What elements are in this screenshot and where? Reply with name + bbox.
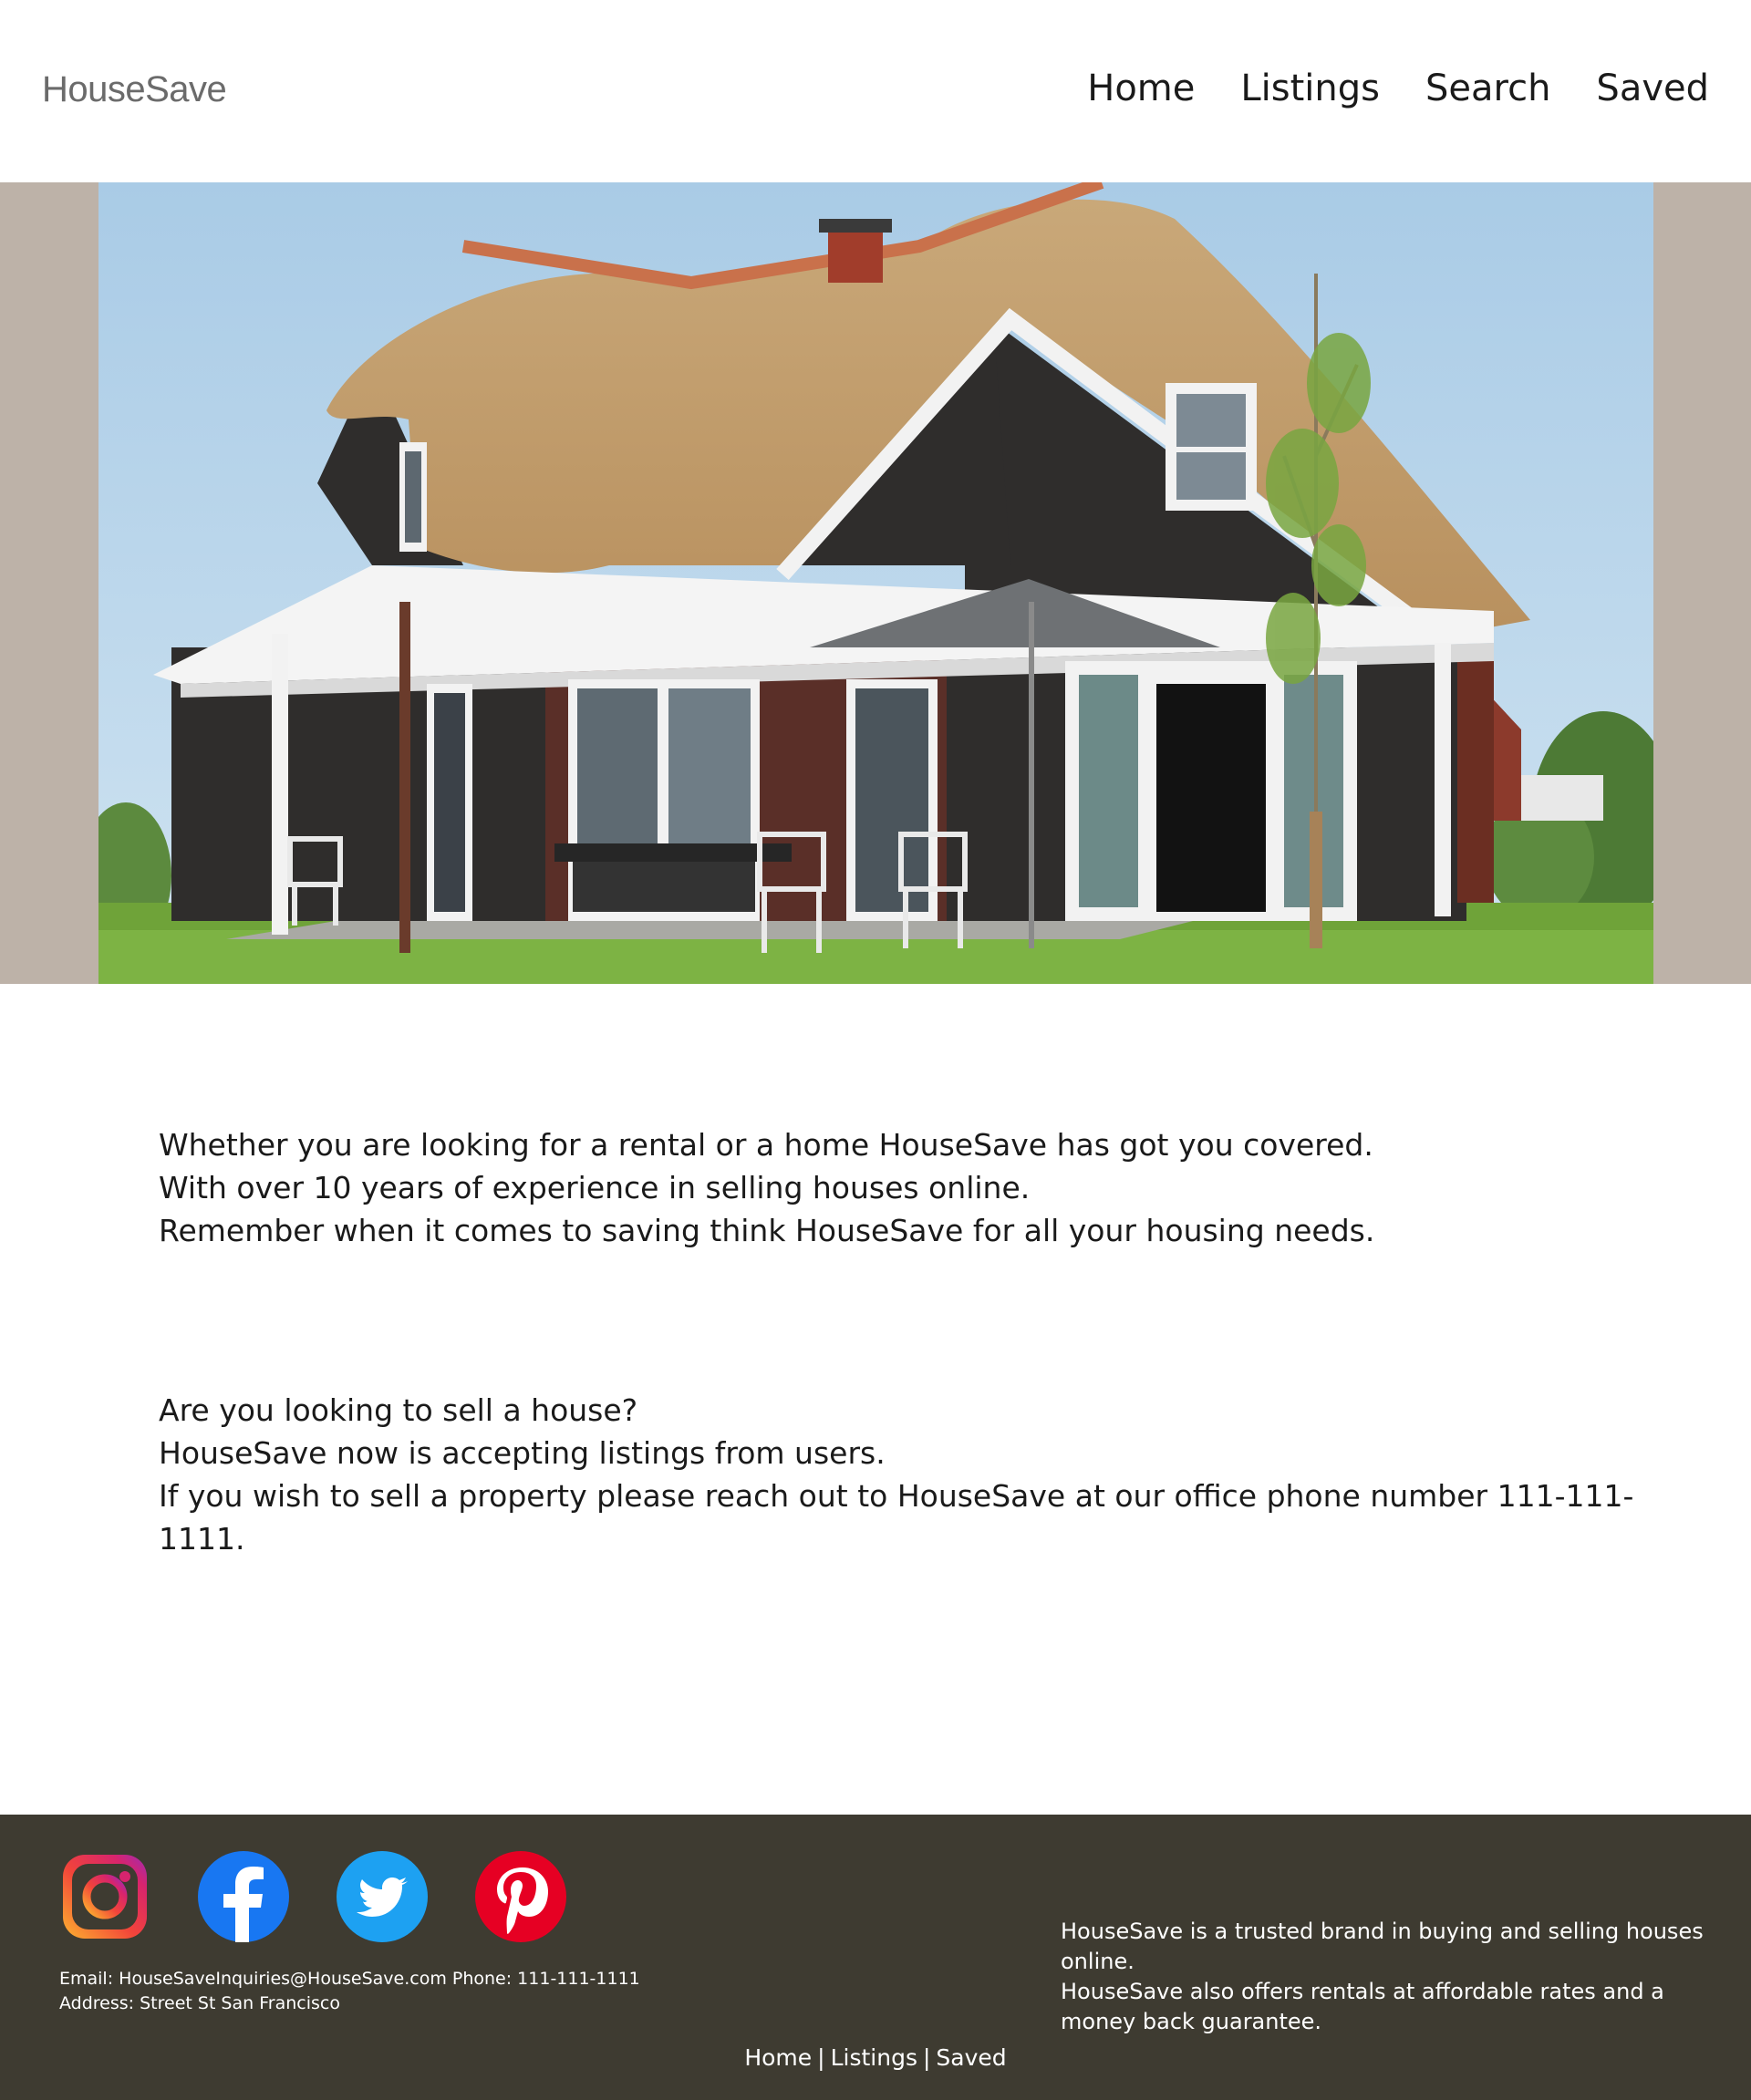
social-links — [59, 1851, 566, 1942]
intro-line: Remember when it comes to saving think H… — [159, 1213, 1375, 1248]
sell-line: HouseSave now is accepting listings from… — [159, 1435, 886, 1471]
intro-line: Whether you are looking for a rental or … — [159, 1127, 1373, 1163]
footer-listings-link[interactable]: Listings — [831, 2044, 917, 2071]
house-illustration — [98, 182, 1653, 984]
contact-email-phone: Email: HouseSaveInquiries@HouseSave.com … — [59, 1969, 640, 1989]
twitter-icon[interactable] — [337, 1851, 428, 1942]
footer-separator: | — [922, 2044, 931, 2071]
footer-separator: | — [817, 2044, 825, 2071]
nav-listings-link[interactable]: Listings — [1240, 67, 1380, 109]
intro-section: Whether you are looking for a rental or … — [159, 1123, 1654, 1252]
footer-nav: Home | Listings | Saved — [0, 2044, 1751, 2071]
site-footer: Email: HouseSaveInquiries@HouseSave.com … — [0, 1815, 1751, 2100]
pinterest-icon[interactable] — [475, 1851, 566, 1942]
footer-saved-link[interactable]: Saved — [936, 2044, 1006, 2071]
nav-home-link[interactable]: Home — [1087, 67, 1195, 109]
footer-home-link[interactable]: Home — [744, 2044, 812, 2071]
site-logo[interactable]: HouseSave — [42, 69, 227, 110]
sell-line: If you wish to sell a property please re… — [159, 1478, 1634, 1557]
about-line: HouseSave is a trusted brand in buying a… — [1061, 1919, 1704, 1974]
site-header: HouseSave Home Listings Search Saved — [0, 0, 1751, 182]
contact-info: Email: HouseSaveInquiries@HouseSave.com … — [59, 1967, 640, 2016]
facebook-icon[interactable] — [198, 1851, 289, 1942]
about-line: HouseSave also offers rentals at afforda… — [1061, 1979, 1664, 2034]
about-blurb: HouseSave is a trusted brand in buying a… — [1061, 1917, 1735, 2037]
sell-section: Are you looking to sell a house? HouseSa… — [159, 1389, 1654, 1560]
main-nav: Home Listings Search Saved — [1087, 67, 1709, 109]
nav-search-link[interactable]: Search — [1425, 67, 1550, 109]
nav-saved-link[interactable]: Saved — [1596, 67, 1709, 109]
hero-house-image — [98, 182, 1653, 984]
intro-line: With over 10 years of experience in sell… — [159, 1170, 1031, 1205]
contact-address: Address: Street St San Francisco — [59, 1993, 340, 2013]
hero-banner — [0, 182, 1751, 984]
instagram-icon[interactable] — [59, 1851, 150, 1942]
sell-line: Are you looking to sell a house? — [159, 1392, 638, 1428]
